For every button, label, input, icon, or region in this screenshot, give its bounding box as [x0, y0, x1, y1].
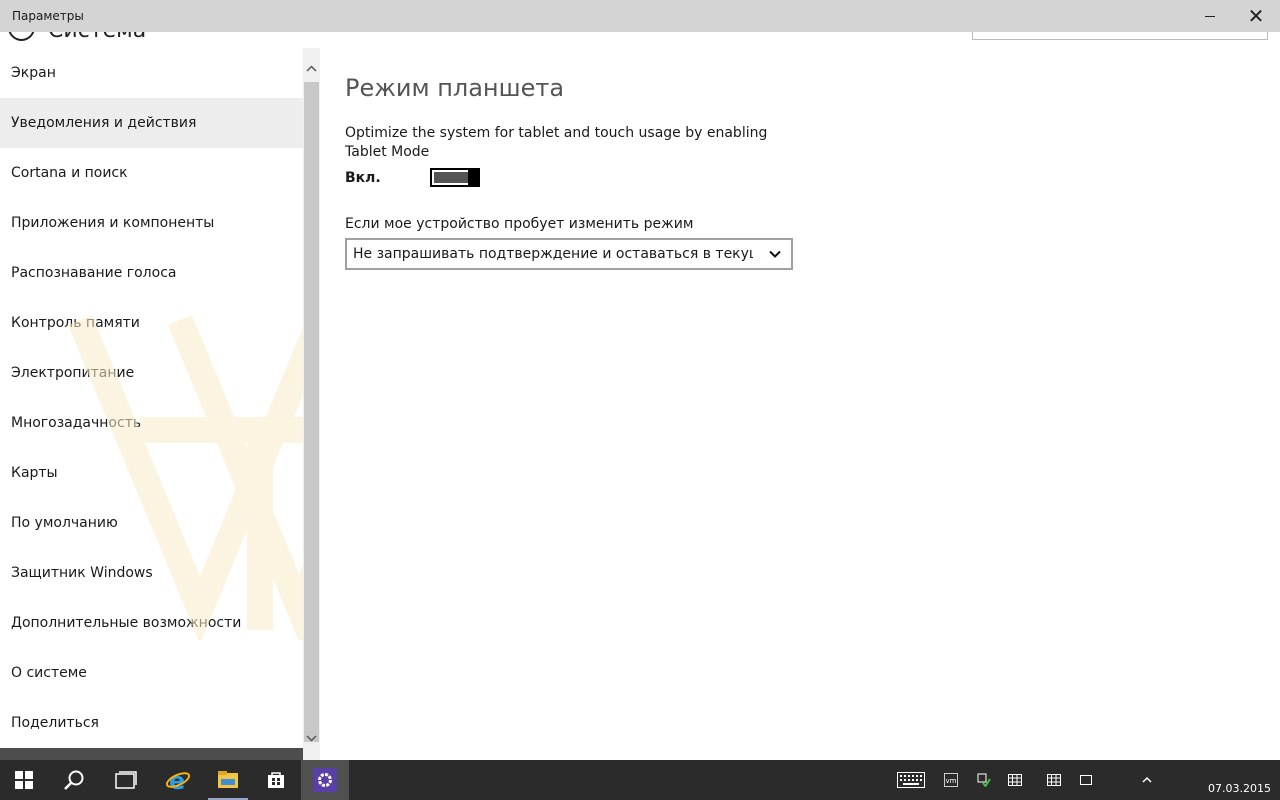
- start-icon: [15, 771, 33, 789]
- keyboard-icon: [897, 772, 925, 788]
- sidebar-item-apps[interactable]: Приложения и компоненты: [0, 198, 303, 248]
- page-title: Режим планшета: [345, 74, 565, 102]
- sidebar-item-notifications[interactable]: Уведомления и действия: [0, 98, 303, 148]
- sidebar-item-label: По умолчанию: [11, 515, 118, 531]
- sidebar-item-label: Контроль памяти: [11, 315, 140, 331]
- main-content: Режим планшета Optimize the system for t…: [320, 48, 1280, 760]
- svg-text:vm: vm: [946, 777, 957, 785]
- close-button[interactable]: ✕: [1232, 0, 1280, 32]
- task-view-icon: [115, 771, 137, 789]
- taskbar: e vm 07.03.2015: [0, 760, 1280, 800]
- minimize-icon: [1205, 15, 1215, 17]
- show-hidden-icons-button[interactable]: [1142, 772, 1152, 788]
- sidebar-item-label: Защитник Windows: [11, 565, 153, 581]
- keyboard-layout-icon: [1008, 774, 1022, 786]
- touch-keyboard-button[interactable]: [897, 772, 925, 788]
- input-language-button[interactable]: [1047, 772, 1061, 788]
- window-title: Параметры: [12, 9, 84, 23]
- sidebar-item-display[interactable]: Экран: [0, 48, 303, 98]
- network-icon: [977, 773, 991, 787]
- dropdown-value: Не запрашивать подтверждение и оставатьс…: [353, 246, 753, 262]
- scroll-up-button[interactable]: [303, 56, 320, 80]
- chevron-up-icon: [1142, 776, 1152, 783]
- keyboard-layout-icon: [1047, 774, 1061, 786]
- svg-text:e: e: [169, 767, 185, 793]
- sidebar-item-defaults[interactable]: По умолчанию: [0, 498, 303, 548]
- sidebar-item-label: Электропитание: [11, 365, 135, 381]
- sidebar-item-maps[interactable]: Карты: [0, 448, 303, 498]
- start-button[interactable]: [0, 760, 48, 800]
- notification-icon: [1080, 775, 1092, 785]
- back-button[interactable]: [8, 32, 35, 41]
- sidebar: Экран Уведомления и действия Cortana и п…: [0, 48, 303, 748]
- close-icon: ✕: [1247, 4, 1265, 28]
- sidebar-item-speech[interactable]: Распознавание голоса: [0, 248, 303, 298]
- sidebar-item-label: Cortana и поиск: [11, 165, 128, 181]
- store-icon: [268, 772, 284, 788]
- sidebar-item-label: Уведомления и действия: [11, 115, 197, 131]
- chevron-down-icon: [306, 734, 317, 742]
- chevron-down-icon: [769, 250, 781, 258]
- header: Система: [0, 32, 1280, 48]
- sidebar-item-label: Многозадачность: [11, 415, 142, 431]
- settings-button[interactable]: [301, 760, 349, 800]
- task-view-button[interactable]: [102, 760, 150, 800]
- tablet-mode-toggle[interactable]: [430, 168, 480, 187]
- sidebar-item-label: О системе: [11, 665, 87, 681]
- sidebar-scrollbar[interactable]: [303, 48, 320, 760]
- header-title: Система: [48, 32, 146, 43]
- sidebar-item-label: Экран: [11, 65, 56, 81]
- scroll-down-button[interactable]: [303, 726, 320, 750]
- sidebar-item-about[interactable]: О системе: [0, 648, 303, 698]
- scroll-thumb[interactable]: [304, 82, 319, 742]
- tablet-mode-description: Optimize the system for tablet and touch…: [345, 125, 768, 160]
- settings-icon: [313, 768, 337, 792]
- sidebar-item-multitasking[interactable]: Многозадачность: [0, 398, 303, 448]
- sidebar-item-label: Приложения и компоненты: [11, 215, 215, 231]
- minimize-button[interactable]: [1186, 0, 1234, 32]
- search-button[interactable]: [50, 760, 98, 800]
- sidebar-item-label: Распознавание голоса: [11, 265, 177, 281]
- sidebar-item-power[interactable]: Электропитание: [0, 348, 303, 398]
- sidebar-cut-item: [0, 748, 303, 760]
- sidebar-item-label: Дополнительные возможности: [11, 615, 242, 631]
- mode-switch-dropdown[interactable]: Не запрашивать подтверждение и оставатьс…: [345, 238, 793, 270]
- network-tray-button[interactable]: [977, 772, 991, 788]
- store-button[interactable]: [252, 760, 300, 800]
- search-icon: [64, 770, 84, 790]
- chevron-up-icon: [306, 64, 317, 72]
- clock-date[interactable]: 07.03.2015: [1208, 782, 1271, 795]
- internet-explorer-icon: e: [165, 767, 191, 793]
- sidebar-item-label: Карты: [11, 465, 58, 481]
- action-center-button[interactable]: [1080, 772, 1092, 788]
- sidebar-item-defender[interactable]: Защитник Windows: [0, 548, 303, 598]
- file-explorer-button[interactable]: [204, 760, 252, 800]
- sidebar-item-optional-features[interactable]: Дополнительные возможности: [0, 598, 303, 648]
- sidebar-item-cortana[interactable]: Cortana и поиск: [0, 148, 303, 198]
- toggle-track-fill: [434, 172, 468, 183]
- input-language-button[interactable]: [1008, 772, 1022, 788]
- sidebar-item-share[interactable]: Поделиться: [0, 698, 303, 748]
- internet-explorer-button[interactable]: e: [154, 760, 202, 800]
- title-bar: Параметры ✕: [0, 0, 1280, 32]
- vm-tray-button[interactable]: vm: [944, 772, 958, 788]
- vm-icon: vm: [944, 773, 958, 787]
- toggle-state-label: Вкл.: [345, 170, 381, 186]
- sidebar-item-storage[interactable]: Контроль памяти: [0, 298, 303, 348]
- search-input[interactable]: [972, 32, 1268, 40]
- sidebar-item-label: Поделиться: [11, 715, 99, 731]
- dropdown-label: Если мое устройство пробует изменить реж…: [345, 216, 694, 232]
- file-explorer-icon: [218, 771, 238, 788]
- toggle-knob: [468, 168, 480, 187]
